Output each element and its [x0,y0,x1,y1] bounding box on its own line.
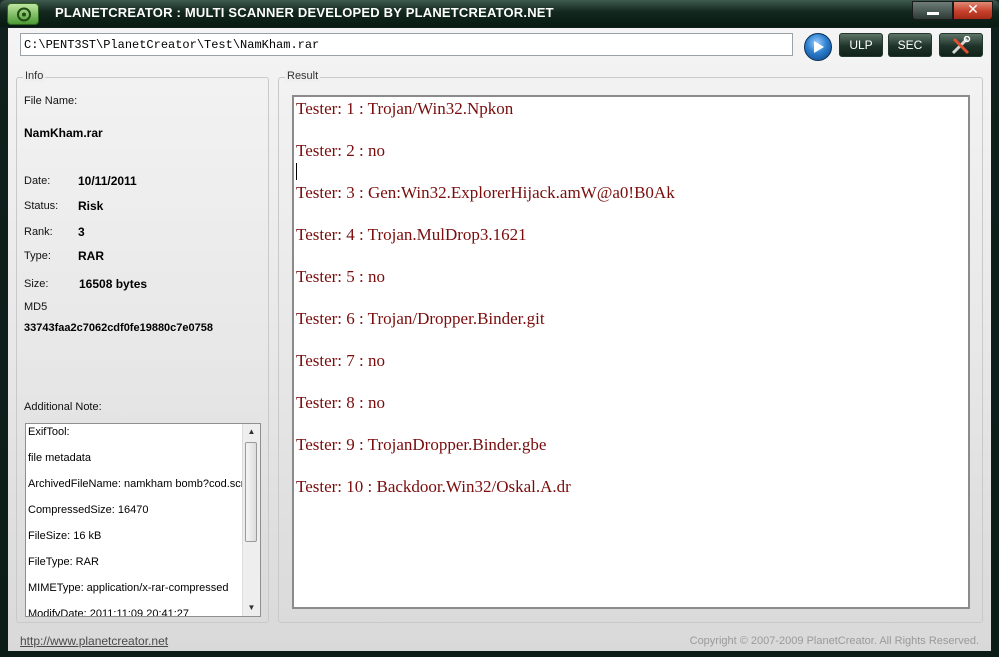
result-group: Result Tester: 1 : Trojan/Win32.Npkon Tes… [278,70,983,623]
close-button[interactable]: ✕ [953,1,993,20]
scroll-up-arrow-icon[interactable]: ▲ [243,424,260,440]
scroll-down-arrow-icon[interactable]: ▼ [243,600,260,616]
file-name-value: NamKham.rar [24,126,103,140]
md5-value: 33743faa2c7062cdf0fe19880c7e0758 [24,322,214,334]
additional-note-label: Additional Note: [24,401,102,413]
date-label: Date: [24,175,51,187]
result-line: Tester: 10 : Backdoor.Win32/Oskal.A.dr [296,477,571,496]
window-title: PLANETCREATOR : MULTI SCANNER DEVELOPED … [55,5,554,20]
result-line: Tester: 4 : Trojan.MulDrop3.1621 [296,225,527,244]
result-line: Tester: 9 : TrojanDropper.Binder.gbe [296,435,547,454]
play-icon [814,41,824,53]
text-caret [296,163,297,180]
result-line: Tester: 3 : Gen:Win32.ExplorerHijack.amW… [296,183,675,202]
wrench-screwdriver-icon [951,36,971,55]
app-window: PLANETCREATOR : MULTI SCANNER DEVELOPED … [0,0,999,657]
result-line: Tester: 6 : Trojan/Dropper.Binder.git [296,309,545,328]
note-line: CompressedSize: 16470 [28,504,149,516]
website-link[interactable]: http://www.planetcreator.net [20,634,168,648]
scan-play-button[interactable] [804,33,832,61]
note-line: file metadata [28,452,91,464]
size-value: 16508 bytes [79,277,148,291]
date-value: 10/11/2011 [78,174,137,188]
type-value: RAR [78,249,104,263]
ulp-button[interactable]: ULP [839,33,883,57]
rank-label: Rank: [24,226,53,238]
title-bar[interactable]: PLANETCREATOR : MULTI SCANNER DEVELOPED … [0,0,999,27]
app-logo-icon [7,3,39,25]
result-textbox[interactable]: Tester: 1 : Trojan/Win32.Npkon Tester: 2 … [292,95,970,609]
md5-label: MD5 [24,301,48,313]
rank-value: 3 [78,225,85,239]
copyright-text: Copyright © 2007-2009 PlanetCreator. All… [689,635,979,647]
size-label: Size: [24,278,49,290]
info-group: Info File Name: NamKham.rar Date: 10/11/… [16,70,269,623]
status-value: Risk [78,199,104,213]
minimize-icon [927,12,939,15]
file-name-label: File Name: [24,95,78,107]
note-line: FileType: RAR [28,556,99,568]
note-line: ArchivedFileName: namkham bomb?cod.scr [28,478,245,490]
result-line: Tester: 7 : no [296,351,385,370]
note-line: ExifTool: [28,426,70,438]
tools-button[interactable] [939,33,983,57]
note-line: MIMEType: application/x-rar-compressed [28,582,229,594]
result-line: Tester: 1 : Trojan/Win32.Npkon [296,99,514,118]
additional-note-box[interactable]: ExifTool: file metadata ArchivedFileName: … [25,423,261,617]
result-line: Tester: 8 : no [296,393,385,412]
note-scrollbar[interactable]: ▲ ▼ [242,424,260,616]
result-group-title: Result [285,70,321,82]
result-lines: Tester: 1 : Trojan/Win32.Npkon Tester: 2 … [296,99,675,519]
note-line: ModifyDate: 2011:11:09 20:41:27 [28,608,190,617]
file-path-input[interactable] [20,33,793,56]
result-line: Tester: 2 : no [296,141,385,160]
status-label: Status: [24,200,59,212]
sec-button[interactable]: SEC [888,33,932,57]
scroll-thumb[interactable] [245,442,257,542]
minimize-button[interactable] [912,1,953,20]
note-lines: ExifTool: file metadata ArchivedFileName: … [28,426,245,617]
note-line: FileSize: 16 kB [28,530,102,542]
result-line: Tester: 5 : no [296,267,385,286]
client-area: ULP SEC Info File Name: NamKham.rar Date… [8,28,991,651]
type-label: Type: [24,250,51,262]
close-icon: ✕ [967,2,979,18]
info-group-title: Info [23,70,46,82]
